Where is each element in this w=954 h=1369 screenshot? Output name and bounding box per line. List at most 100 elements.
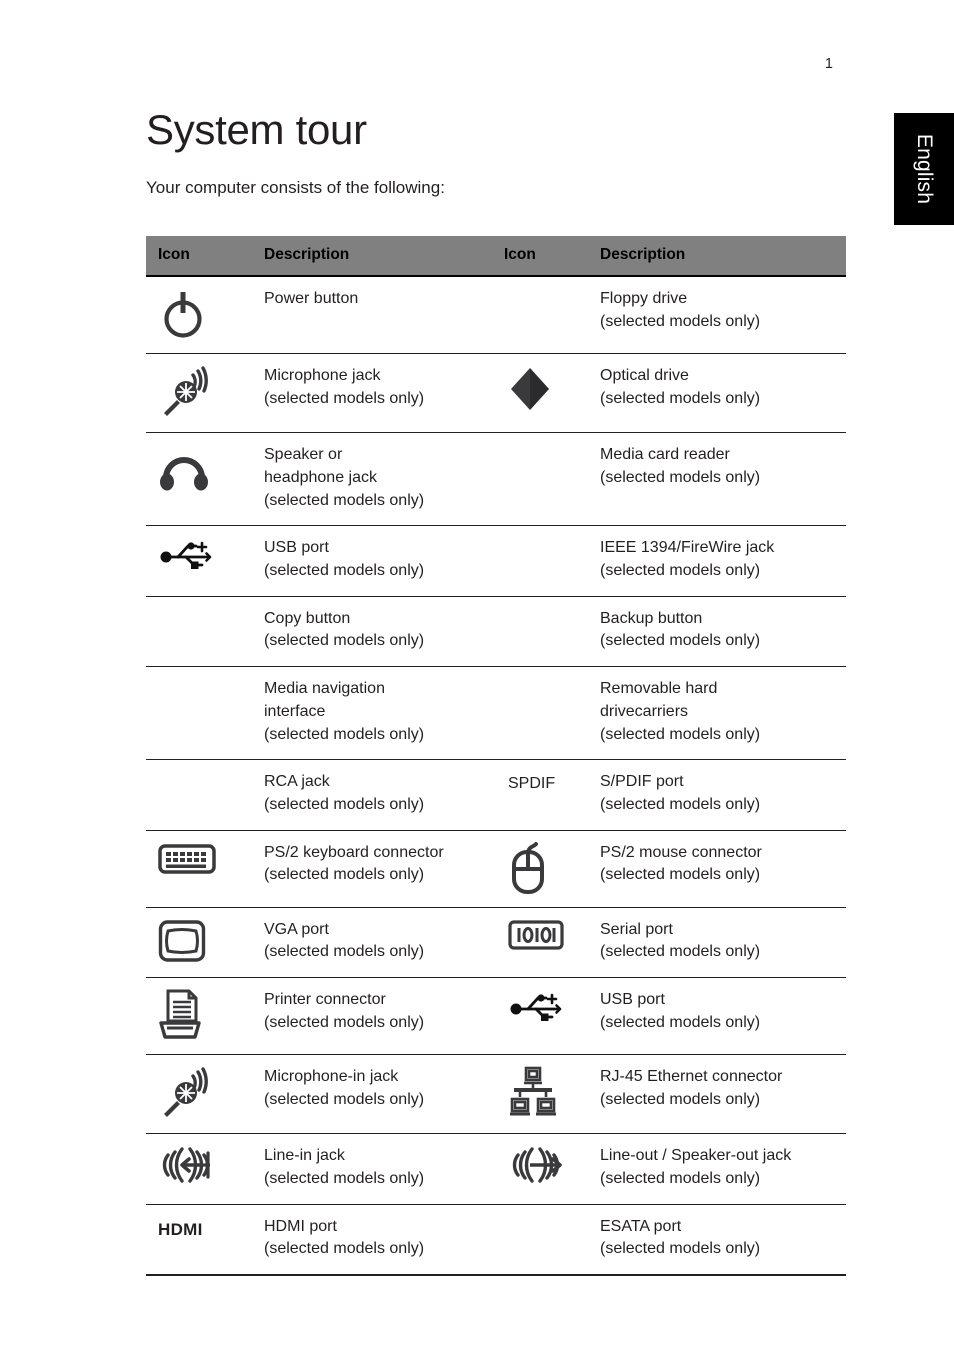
description-cell-1: HDMI port (selected models only): [264, 1204, 504, 1277]
description-cell-1: USB port (selected models only): [264, 525, 504, 597]
description-cell-1: PS/2 keyboard connector (selected models …: [264, 830, 504, 908]
description-cell-1: Microphone jack (selected models only): [264, 353, 504, 434]
description-line: Line-in jack: [264, 1147, 345, 1165]
icon-cell-1: [146, 666, 264, 761]
description-line: (selected models only): [600, 943, 761, 961]
description-line: (selected models only): [264, 1169, 425, 1187]
icon-cell-2: [504, 1204, 600, 1277]
description-cell-1: Printer connector (selected models only): [264, 977, 504, 1056]
description-line: (selected models only): [600, 796, 761, 813]
icon-cell-1: [146, 353, 264, 434]
usb-port-icon: [158, 537, 214, 571]
icon-cell-1: [146, 1133, 264, 1205]
description-cell-2: Floppy drive (selected models only): [600, 276, 846, 355]
icon-cell-2: [504, 432, 600, 527]
description-line: Media navigation: [264, 680, 385, 698]
description-line: (selected models only): [600, 632, 761, 650]
description-line: (selected models only): [600, 561, 761, 579]
description-cell-2: Removable hard drivecarriers (selected mod…: [600, 666, 846, 761]
description-cell-1: Copy button (selected models only): [264, 596, 504, 668]
document-page: 1 English System tour Your computer cons…: [0, 0, 954, 1369]
description-cell-2: Media card reader (selected models only): [600, 432, 846, 527]
description-cell-2: ESATA port (selected models only): [600, 1204, 846, 1277]
table-row: Microphone-in jack (selected models only)…: [146, 1054, 846, 1135]
description-line: (selected models only): [264, 1090, 425, 1108]
table-row: USB port (selected models only) IEEE 1394/…: [146, 525, 846, 597]
page-content: System tour Your computer consists of th…: [146, 0, 846, 1277]
page-title: System tour: [146, 106, 367, 153]
description-line: S/PDIF port: [600, 773, 684, 791]
description-line: (selected models only): [264, 866, 425, 884]
icon-cell-1: [146, 830, 264, 908]
description-line: (selected models only): [264, 725, 425, 743]
icon-cell-2: [504, 276, 600, 355]
description-cell-2: RJ-45 Ethernet connector (selected models…: [600, 1054, 846, 1135]
table-row: Line-in jack (selected models only) Line-…: [146, 1133, 846, 1205]
description-line: Floppy drive: [600, 290, 688, 308]
icon-cell-2: [504, 596, 600, 668]
description-cell-1: Line-in jack (selected models only): [264, 1133, 504, 1205]
headphone-jack-icon: [158, 444, 210, 492]
description-cell-1: RCA jack (selected models only): [264, 759, 504, 831]
table-row: VGA port (selected models only) Serial por…: [146, 907, 846, 979]
description-line: Power button: [264, 290, 359, 308]
table-row: Speaker or headphone jack (selected models…: [146, 432, 846, 527]
description-cell-2: S/PDIF port (selected models only): [600, 759, 846, 831]
rj45-ethernet-icon: [508, 1066, 558, 1118]
description-line: (selected models only): [264, 389, 425, 407]
hdmi-text-icon: HDMI: [158, 1219, 203, 1239]
table-row: HDMI HDMI port (selected models only) ESATA…: [146, 1204, 846, 1277]
description-line: (selected models only): [264, 632, 425, 650]
description-cell-2: PS/2 mouse connector (selected models onl…: [600, 830, 846, 908]
description-cell-1: Media navigation interface (selected model…: [264, 666, 504, 761]
description-line: (selected models only): [600, 866, 761, 884]
spdif-text-icon: SPDIF: [508, 775, 556, 793]
icon-cell-1: [146, 432, 264, 527]
microphone-jack-icon: [158, 365, 214, 419]
description-line: IEEE 1394/FireWire jack: [600, 539, 775, 557]
description-line: Removable hard: [600, 680, 718, 698]
description-line: USB port: [600, 991, 665, 1009]
description-line: (selected models only): [600, 1013, 761, 1031]
icon-cell-1: [146, 1054, 264, 1135]
printer-connector-icon: [158, 989, 202, 1041]
icon-cell-2: [504, 666, 600, 761]
description-line: RJ-45 Ethernet connector: [600, 1068, 783, 1086]
icon-cell-2: [504, 977, 600, 1056]
description-line: Microphone-in jack: [264, 1068, 399, 1086]
description-cell-2: Optical drive (selected models only): [600, 353, 846, 434]
description-line: PS/2 mouse connector: [600, 843, 762, 861]
description-line: (selected models only): [264, 491, 425, 509]
description-line: RCA jack: [264, 773, 330, 791]
description-line: (selected models only): [600, 312, 761, 330]
table-header: Icon Description Icon Description: [146, 236, 846, 278]
icon-cell-1: [146, 525, 264, 597]
icon-cell-1: [146, 907, 264, 979]
ps2-keyboard-icon: [158, 842, 216, 876]
description-cell-1: Microphone-in jack (selected models only): [264, 1054, 504, 1135]
description-line: drivecarriers: [600, 702, 689, 720]
table-body: Power button Floppy drive (selected models…: [146, 276, 846, 1277]
description-line: (selected models only): [600, 1169, 761, 1187]
description-line: ESATA port: [600, 1217, 682, 1235]
description-line: USB port: [264, 539, 329, 557]
description-line: Speaker or: [264, 446, 343, 464]
description-cell-1: Speaker or headphone jack (selected models…: [264, 432, 504, 527]
icon-cell-2: SPDIF: [504, 759, 600, 831]
table-row: Power button Floppy drive (selected models…: [146, 276, 846, 355]
description-line: Optical drive: [600, 367, 689, 385]
icon-cell-2: [504, 1133, 600, 1205]
microphone-in-jack-icon: [158, 1066, 214, 1120]
description-line: (selected models only): [600, 1090, 761, 1108]
description-line: HDMI port: [264, 1217, 337, 1235]
description-line: (selected models only): [264, 796, 425, 813]
serial-port-icon: [508, 919, 564, 951]
description-cell-2: Line-out / Speaker-out jack (selected mod…: [600, 1133, 846, 1205]
description-line: VGA port: [264, 920, 329, 938]
table-row: Microphone jack (selected models only) Opt…: [146, 353, 846, 434]
description-line: (selected models only): [264, 943, 425, 961]
description-line: Printer connector: [264, 991, 386, 1009]
table-row: Media navigation interface (selected model…: [146, 666, 846, 761]
column-header-icon-1: Icon: [146, 236, 264, 278]
optical-drive-icon: [508, 365, 552, 413]
